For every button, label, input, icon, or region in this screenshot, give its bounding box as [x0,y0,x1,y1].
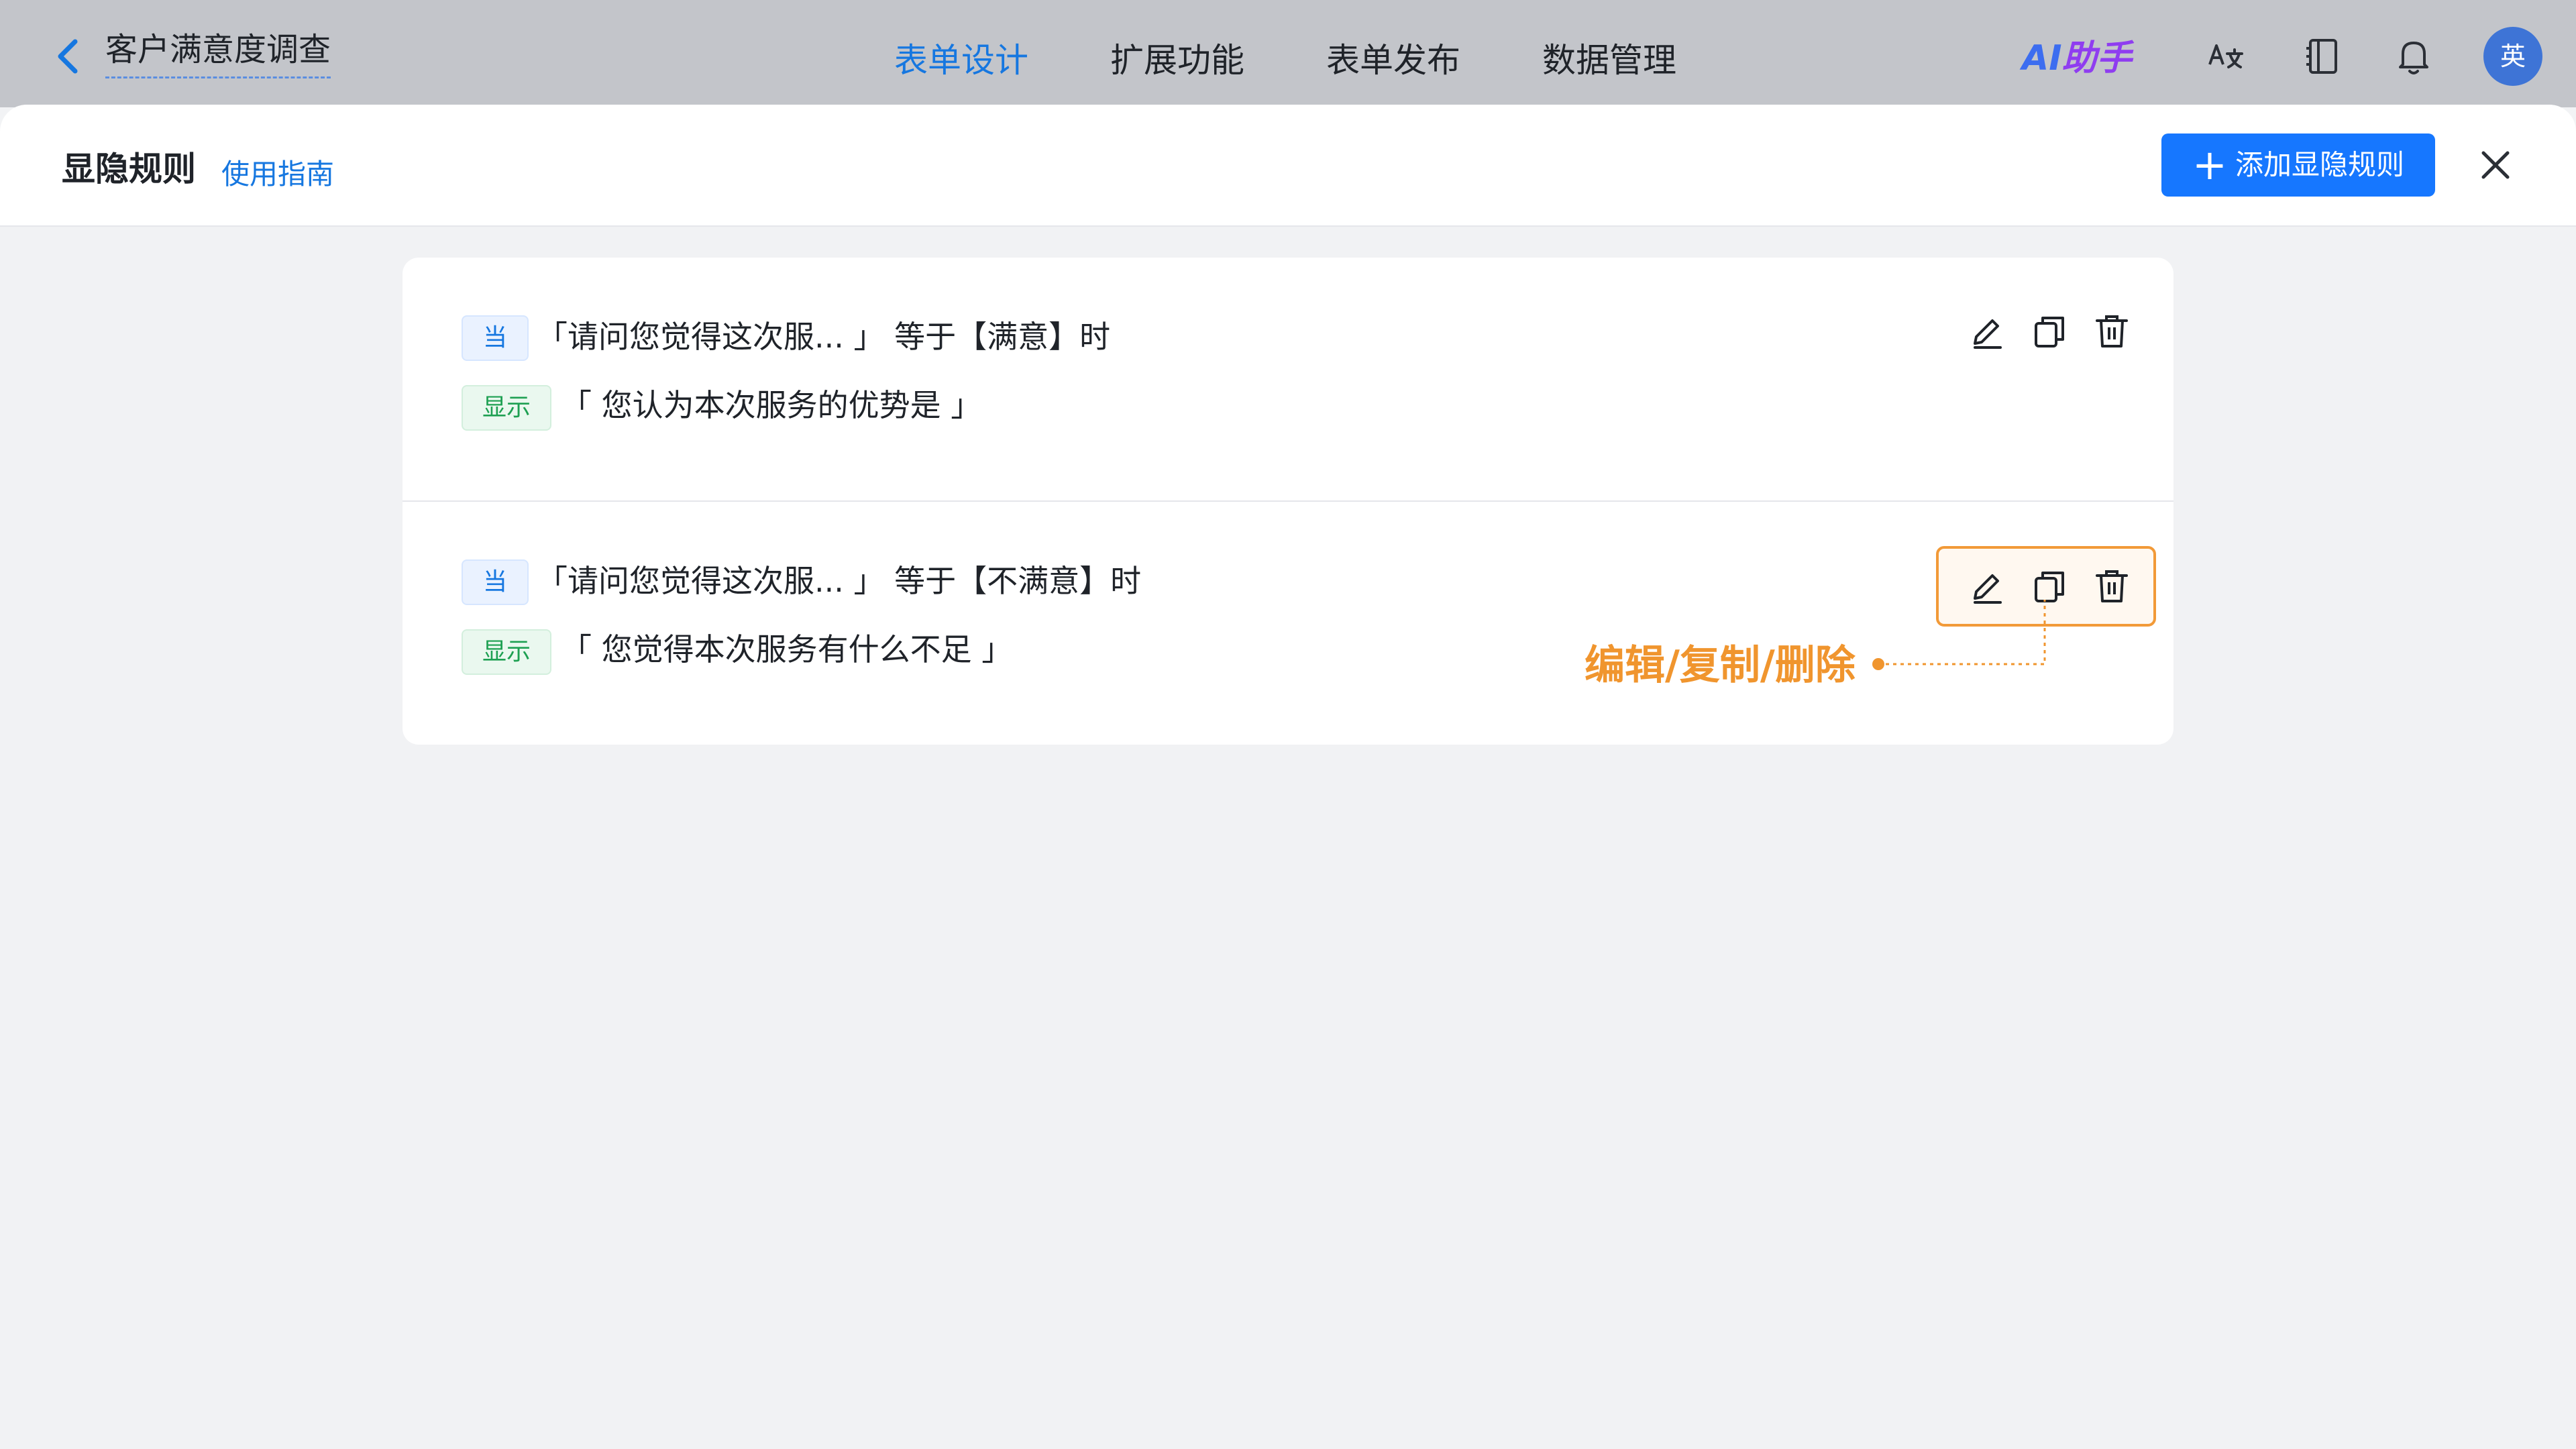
rule-condition: 「请问您觉得这次服... 」 等于【不满意】时 [537,563,1142,599]
ai-assistant-button[interactable]: AI助手 [2022,35,2132,82]
add-rule-button[interactable]: + 添加显隐规则 [2161,133,2435,197]
chevron-left-icon[interactable] [48,35,89,78]
when-tag: 当 [462,315,529,361]
rule-actions [1966,305,2133,358]
ai-assistant-label-b: 助手 [2061,38,2132,78]
rule-item: 当 「请问您觉得这次服... 」 等于【满意】时 显示 「 您认为本次服务的优势… [402,258,2174,502]
main-nav: 表单设计 扩展功能 表单发布 数据管理 [894,34,1758,87]
rule-target: 「 您认为本次服务的优势是 」 [561,387,982,423]
ai-assistant-label-a: AI [2022,38,2062,78]
copy-icon[interactable] [2028,310,2071,353]
tab-form-publish[interactable]: 表单发布 [1326,34,1460,87]
tab-form-design[interactable]: 表单设计 [894,34,1028,87]
trash-icon[interactable] [2090,565,2133,608]
close-icon[interactable] [2475,145,2516,185]
annotation-connector [1872,600,2046,670]
bell-icon[interactable] [2392,35,2435,78]
trash-icon[interactable] [2090,310,2133,353]
add-rule-label: 添加显隐规则 [2235,148,2404,181]
form-title[interactable]: 客户满意度调查 [105,28,331,78]
tab-data-management[interactable]: 数据管理 [1542,34,1676,87]
panel-title: 显隐规则 [62,150,196,189]
usage-guide-link[interactable]: 使用指南 [221,150,334,199]
rule-condition: 「请问您觉得这次服... 」 等于【满意】时 [537,319,1111,355]
tab-extensions[interactable]: 扩展功能 [1110,34,1244,87]
annotation-label: 编辑/复制/删除 [1585,642,1856,689]
top-bar: 客户满意度调查 表单设计 扩展功能 表单发布 数据管理 AI助手 英 [0,0,2576,107]
avatar[interactable]: 英 [2483,27,2542,86]
plus-icon: + [2192,140,2227,189]
rule-target: 「 您觉得本次服务有什么不足 」 [561,631,1013,667]
translate-icon[interactable] [2203,35,2246,78]
when-tag: 当 [462,559,529,605]
edit-icon[interactable] [1966,310,2008,353]
visibility-rules-panel: 显隐规则 使用指南 + 添加显隐规则 当 「请问您觉得这次服... 」 等于【满… [0,105,2576,1449]
panel-header: 显隐规则 使用指南 + 添加显隐规则 [0,105,2576,227]
show-tag: 显示 [462,385,551,431]
show-tag: 显示 [462,629,551,675]
notebook-icon[interactable] [2301,35,2344,78]
